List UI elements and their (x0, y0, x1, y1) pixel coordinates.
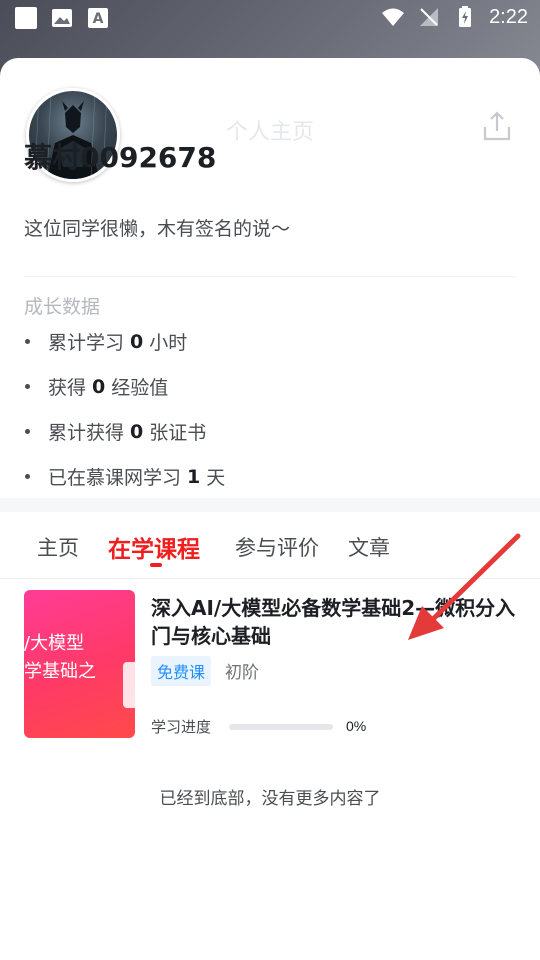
course-thumbnail[interactable]: /大模型学基础之 (24, 590, 135, 738)
section-gap (0, 498, 540, 512)
thumbnail-text-line: 学基础之 (24, 661, 96, 682)
active-tab-indicator (150, 563, 162, 567)
stat-study-hours: 累计学习 0 小时 (24, 319, 225, 364)
battery-charging-icon (459, 6, 472, 27)
stat-suffix: 经验值 (111, 377, 169, 399)
stat-prefix: 累计获得 (48, 422, 125, 444)
thumbnail-text-line: /大模型 (24, 633, 85, 654)
course-level: 初阶 (225, 663, 259, 683)
font-accessibility-icon: A (88, 8, 108, 28)
status-bar: A 2:22 (0, 0, 540, 36)
stat-suffix: 小时 (149, 332, 188, 354)
svg-text:A: A (93, 11, 104, 27)
clock: 2:22 (489, 5, 528, 28)
image-icon (52, 9, 72, 27)
tab-home[interactable]: 主页 (37, 532, 79, 562)
divider (24, 276, 516, 277)
progress-percent: 0% (346, 718, 367, 734)
signature: 这位同学很懒，木有签名的说～ (24, 218, 291, 240)
username: 慕村0092678 (24, 141, 217, 174)
end-of-list-note: 已经到底部，没有更多内容了 (159, 789, 381, 809)
progress-label: 学习进度 (151, 718, 212, 736)
tab-learning-courses[interactable]: 在学课程 (108, 530, 200, 564)
stat-value: 1 (187, 465, 201, 488)
square-icon (15, 7, 37, 29)
wifi-icon (382, 8, 405, 26)
share-icon[interactable] (482, 110, 512, 142)
no-signal-icon (420, 8, 439, 26)
tab-reviews[interactable]: 参与评价 (235, 532, 319, 562)
growth-stats-list: 累计学习 0 小时 获得 0 经验值 累计获得 0 张证书 已在慕课网学习 1 … (24, 319, 225, 499)
stat-value: 0 (92, 375, 106, 398)
red-arrow-annotation (408, 533, 521, 640)
free-course-badge: 免费课 (151, 656, 212, 686)
stat-prefix: 累计学习 (48, 332, 125, 354)
progress-bar (229, 724, 333, 730)
thumbnail-text: /大模型学基础之 (24, 630, 135, 686)
tab-articles[interactable]: 文章 (348, 532, 390, 562)
stat-value: 0 (130, 420, 144, 443)
thumbnail-decoration (123, 662, 135, 708)
growth-section-title: 成长数据 (24, 296, 101, 318)
stat-prefix: 获得 (48, 377, 87, 399)
stat-suffix: 张证书 (149, 422, 207, 444)
stat-suffix: 天 (206, 467, 226, 489)
stat-certificates: 累计获得 0 张证书 (24, 409, 225, 454)
stat-experience: 获得 0 经验值 (24, 364, 225, 409)
stat-value: 0 (130, 330, 144, 353)
stat-prefix: 已在慕课网学习 (48, 467, 182, 489)
stat-days: 已在慕课网学习 1 天 (24, 454, 225, 499)
